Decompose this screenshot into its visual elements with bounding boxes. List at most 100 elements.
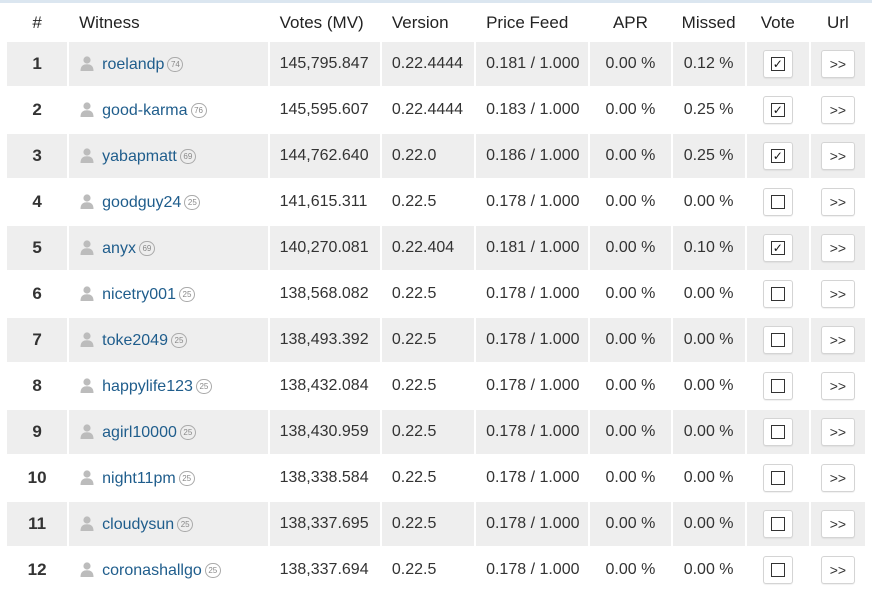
reputation-badge: 25 bbox=[184, 194, 201, 210]
url-button[interactable]: >> bbox=[820, 372, 855, 400]
vote-button[interactable] bbox=[762, 418, 793, 446]
apr-cell: 0.00 % bbox=[590, 456, 671, 500]
witness-name-link[interactable]: cloudysun bbox=[102, 516, 174, 533]
checkbox-unchecked-icon[interactable] bbox=[770, 517, 785, 531]
checkbox-checked-icon[interactable]: ✓ bbox=[770, 57, 785, 71]
url-button[interactable]: >> bbox=[820, 234, 855, 262]
table-row: 7 toke2049 25 138,493.392 0.22.5 0.178 / … bbox=[7, 318, 865, 362]
table-row: 4 goodguy24 25 141,615.311 0.22.5 0.178 /… bbox=[7, 180, 865, 224]
witness-name-link[interactable]: happylife123 bbox=[102, 378, 193, 395]
vote-button[interactable] bbox=[762, 510, 793, 538]
vote-button[interactable]: ✓ bbox=[762, 234, 793, 262]
rank-cell: 8 bbox=[7, 364, 68, 408]
price-feed-cell: 0.178 / 1.000 bbox=[476, 318, 589, 362]
rank-cell: 10 bbox=[7, 456, 68, 500]
table-row: 2 good-karma 76 145,595.607 0.22.4444 0.1… bbox=[7, 88, 865, 132]
url-cell: >> bbox=[810, 364, 865, 408]
missed-cell: 0.10 % bbox=[672, 226, 745, 270]
header-price-feed: Price Feed bbox=[486, 13, 569, 32]
witness-name-link[interactable]: yabapmatt bbox=[102, 148, 177, 165]
vote-cell bbox=[746, 272, 809, 316]
header-url: Url bbox=[827, 13, 849, 32]
votes-cell: 138,493.392 bbox=[269, 318, 380, 362]
votes-cell: 138,432.084 bbox=[269, 364, 380, 408]
user-icon bbox=[80, 239, 94, 255]
url-button[interactable]: >> bbox=[820, 142, 855, 170]
vote-cell bbox=[746, 502, 809, 546]
url-button[interactable]: >> bbox=[820, 280, 855, 308]
witness-name-link[interactable]: roelandp bbox=[102, 56, 164, 73]
apr-cell: 0.00 % bbox=[590, 364, 671, 408]
url-button[interactable]: >> bbox=[820, 188, 855, 216]
witness-name-link[interactable]: good-karma bbox=[102, 102, 187, 119]
version-cell: 0.22.5 bbox=[381, 456, 475, 500]
checkbox-checked-icon[interactable]: ✓ bbox=[770, 241, 785, 255]
reputation-badge: 25 bbox=[178, 470, 195, 486]
version-cell: 0.22.4444 bbox=[381, 88, 475, 132]
url-button[interactable]: >> bbox=[820, 418, 855, 446]
vote-button[interactable] bbox=[762, 326, 793, 354]
vote-button[interactable] bbox=[762, 556, 793, 584]
votes-cell: 138,337.694 bbox=[269, 548, 380, 589]
checkbox-unchecked-icon[interactable] bbox=[770, 379, 785, 393]
witness-name-link[interactable]: toke2049 bbox=[102, 332, 168, 349]
url-button[interactable]: >> bbox=[820, 50, 855, 78]
vote-button[interactable] bbox=[762, 464, 793, 492]
table-row: 3 yabapmatt 69 144,762.640 0.22.0 0.186 /… bbox=[7, 134, 865, 178]
url-button[interactable]: >> bbox=[820, 510, 855, 538]
url-button[interactable]: >> bbox=[820, 326, 855, 354]
url-cell: >> bbox=[810, 410, 865, 454]
checkbox-unchecked-icon[interactable] bbox=[770, 195, 785, 209]
url-button[interactable]: >> bbox=[820, 464, 855, 492]
url-cell: >> bbox=[810, 318, 865, 362]
header-rank: # bbox=[32, 13, 42, 32]
price-feed-cell: 0.178 / 1.000 bbox=[476, 180, 589, 224]
url-button[interactable]: >> bbox=[820, 96, 855, 124]
apr-cell: 0.00 % bbox=[590, 134, 671, 178]
missed-cell: 0.00 % bbox=[672, 364, 745, 408]
vote-cell: ✓ bbox=[746, 134, 809, 178]
checkbox-checked-icon[interactable]: ✓ bbox=[770, 103, 785, 117]
vote-button[interactable] bbox=[762, 280, 793, 308]
url-cell: >> bbox=[810, 456, 865, 500]
price-feed-cell: 0.186 / 1.000 bbox=[476, 134, 589, 178]
missed-cell: 0.25 % bbox=[672, 134, 745, 178]
url-cell: >> bbox=[810, 548, 865, 589]
header-witness: Witness bbox=[79, 13, 140, 32]
vote-cell bbox=[746, 410, 809, 454]
apr-cell: 0.00 % bbox=[590, 88, 671, 132]
version-cell: 0.22.5 bbox=[381, 318, 475, 362]
user-icon bbox=[80, 193, 94, 209]
table-row: 1 roelandp 74 145,795.847 0.22.4444 0.181… bbox=[7, 42, 865, 86]
votes-cell: 145,795.847 bbox=[269, 42, 380, 86]
url-button[interactable]: >> bbox=[820, 556, 855, 584]
vote-cell bbox=[746, 456, 809, 500]
missed-cell: 0.00 % bbox=[672, 502, 745, 546]
checkbox-unchecked-icon[interactable] bbox=[770, 287, 785, 301]
rank-cell: 12 bbox=[7, 548, 68, 589]
witness-name-link[interactable]: night11pm bbox=[102, 470, 176, 487]
checkbox-unchecked-icon[interactable] bbox=[770, 425, 785, 439]
version-cell: 0.22.404 bbox=[381, 226, 475, 270]
vote-button[interactable]: ✓ bbox=[762, 50, 793, 78]
apr-cell: 0.00 % bbox=[590, 180, 671, 224]
witness-name-link[interactable]: coronashallgo bbox=[102, 562, 202, 579]
checkbox-unchecked-icon[interactable] bbox=[770, 563, 785, 577]
witness-name-link[interactable]: goodguy24 bbox=[102, 194, 181, 211]
apr-cell: 0.00 % bbox=[590, 548, 671, 589]
checkbox-unchecked-icon[interactable] bbox=[770, 471, 785, 485]
vote-button[interactable] bbox=[762, 372, 793, 400]
checkbox-checked-icon[interactable]: ✓ bbox=[770, 149, 785, 163]
table-row: 8 happylife123 25 138,432.084 0.22.5 0.17… bbox=[7, 364, 865, 408]
vote-button[interactable] bbox=[762, 188, 793, 216]
witness-name-link[interactable]: agirl10000 bbox=[102, 424, 177, 441]
witness-name-link[interactable]: anyx bbox=[102, 240, 136, 257]
user-icon bbox=[80, 147, 94, 163]
url-cell: >> bbox=[810, 42, 865, 86]
witness-cell: coronashallgo 25 bbox=[69, 548, 268, 589]
vote-cell bbox=[746, 364, 809, 408]
vote-button[interactable]: ✓ bbox=[762, 142, 793, 170]
vote-button[interactable]: ✓ bbox=[762, 96, 793, 124]
checkbox-unchecked-icon[interactable] bbox=[770, 333, 785, 347]
witness-name-link[interactable]: nicetry001 bbox=[102, 286, 176, 303]
